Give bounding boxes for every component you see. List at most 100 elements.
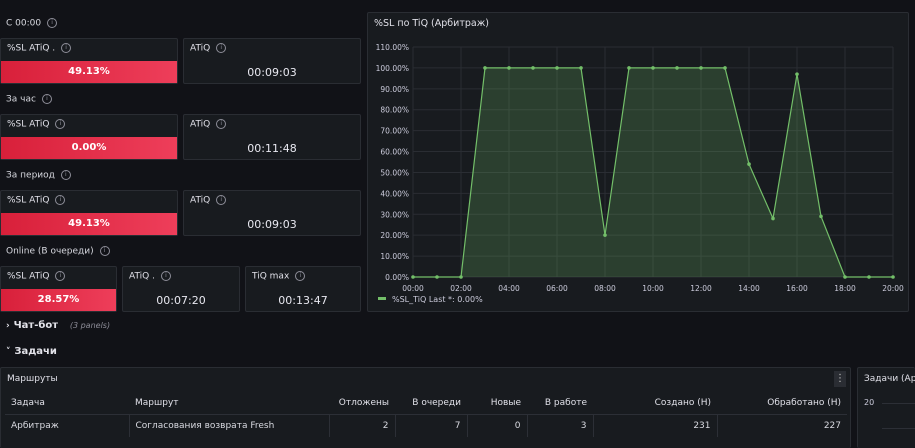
data-point[interactable] <box>891 275 895 279</box>
stat-value: 49.13% <box>1 213 177 235</box>
x-tick-label: 10:00 <box>642 284 664 293</box>
y-tick-label: 10.00% <box>380 252 409 261</box>
column-header-task[interactable]: Задача <box>5 392 129 415</box>
y-tick-label: 110.00% <box>376 43 409 52</box>
info-icon[interactable]: i <box>47 18 58 28</box>
tasks-grid-line <box>882 403 915 404</box>
chart-panel-sl-tiq: %SL по TiQ (Арбитраж) 0.00% 10.00% 20.00% 3… <box>367 12 909 312</box>
section-label-text: За период <box>6 170 55 181</box>
info-icon[interactable]: i <box>216 119 227 129</box>
data-point[interactable] <box>843 275 847 279</box>
row-header-chatbot[interactable]: › Чат-бот (3 panels) <box>6 318 110 331</box>
column-header-route[interactable]: Маршрут <box>129 392 329 415</box>
cell-in-work: 3 <box>527 414 594 437</box>
section-label-per-hour: За час i <box>6 94 52 105</box>
y-tick-label: 100.00% <box>376 64 409 73</box>
legend-swatch <box>378 297 386 300</box>
stat-value: 00:13:47 <box>278 294 328 307</box>
data-point[interactable] <box>723 66 727 70</box>
data-point[interactable] <box>795 72 799 76</box>
data-point[interactable] <box>579 66 583 70</box>
x-tick-label: 02:00 <box>450 284 472 293</box>
data-point[interactable] <box>507 66 511 70</box>
section-label-per-period: За период i <box>6 170 71 181</box>
info-icon[interactable]: i <box>295 271 306 281</box>
cell-processed: 227 <box>823 421 841 431</box>
section-label-text: Online (В очереди) <box>6 246 94 257</box>
panel-title: %SL ATiQ . <box>7 43 56 54</box>
panel-menu-icon[interactable]: ⋮ <box>834 371 846 387</box>
data-point[interactable] <box>603 233 607 237</box>
cell-created: 231 <box>593 414 718 437</box>
stat-panel-atiq-per-period: ATiQ i 00:09:03 <box>183 190 361 236</box>
panel-count: (3 panels) <box>69 321 111 330</box>
data-point[interactable] <box>699 66 703 70</box>
table-header-row: Задача Маршрут Отложены В очереди Новые … <box>5 392 847 415</box>
cell-route: Согласования возврата Fresh <box>129 414 330 437</box>
stat-value: 00:07:20 <box>156 294 206 307</box>
data-point[interactable] <box>819 214 823 219</box>
legend-label[interactable]: %SL_TiQ Last *: 0.00% <box>392 295 483 304</box>
routes-panel: Маршруты ⋮ Задача Маршрут Отложены В оче… <box>0 367 851 448</box>
panel-title: ATiQ <box>190 195 211 206</box>
x-tick-label: 16:00 <box>786 284 808 293</box>
column-header-processed[interactable]: Обработано (H) <box>717 392 847 415</box>
chevron-right-icon: › <box>6 321 10 331</box>
tasks-panel: Задачи (Ар 20 <box>857 367 915 448</box>
tasks-grid-line <box>882 428 915 429</box>
routes-panel-title: Маршруты <box>7 374 58 384</box>
table-row: Арбитраж Согласования возврата Fresh 2 7… <box>5 414 847 437</box>
cell-in-queue: 7 <box>395 414 468 437</box>
info-icon[interactable]: i <box>216 43 227 53</box>
data-point[interactable] <box>531 66 535 70</box>
data-point[interactable] <box>435 275 439 279</box>
data-point[interactable] <box>627 66 631 70</box>
stat-value: 49.13% <box>1 61 177 83</box>
column-header-created[interactable]: Создано (H) <box>593 392 717 415</box>
info-icon[interactable]: i <box>55 195 66 205</box>
y-tick-label: 50.00% <box>380 168 409 177</box>
stat-panel-sl-per-hour: %SL ATiQ i 0.00% <box>0 114 178 160</box>
info-icon[interactable]: i <box>61 43 72 53</box>
column-header-postponed[interactable]: Отложены <box>329 392 395 415</box>
data-point[interactable] <box>771 216 775 221</box>
data-point[interactable] <box>867 275 871 279</box>
row-header-tasks[interactable]: ˅ Задачи <box>6 344 57 357</box>
column-header-in-queue[interactable]: В очереди <box>395 392 467 415</box>
column-header-new[interactable]: Новые <box>467 392 527 415</box>
stat-panel-atiq-per-hour: ATiQ i 00:11:48 <box>183 114 361 160</box>
y-tick-label: 40.00% <box>380 189 409 198</box>
info-icon[interactable]: i <box>41 94 52 104</box>
stat-value: 0.00% <box>1 137 177 159</box>
y-tick-label: 80.00% <box>380 106 409 115</box>
data-point[interactable] <box>747 162 751 166</box>
data-point[interactable] <box>483 66 487 70</box>
section-label-text: С 00:00 <box>6 18 42 29</box>
stat-panel-atiq-since-midnight: ATiQ i 00:09:03 <box>183 38 361 84</box>
cell-task: Арбитраж <box>5 414 130 437</box>
x-tick-label: 14:00 <box>738 284 760 293</box>
panel-title: %SL ATiQ <box>7 195 50 206</box>
info-icon[interactable]: i <box>99 246 110 256</box>
info-icon[interactable]: i <box>60 170 71 180</box>
chevron-down-icon: ˅ <box>6 347 11 357</box>
info-icon[interactable]: i <box>161 271 171 281</box>
info-icon[interactable]: i <box>216 195 227 205</box>
y-tick-label: 60.00% <box>380 148 409 157</box>
data-point[interactable] <box>411 275 415 279</box>
data-point[interactable] <box>651 66 655 70</box>
data-point[interactable] <box>459 275 463 279</box>
y-tick-label: 90.00% <box>380 85 409 94</box>
info-icon[interactable]: i <box>55 119 66 129</box>
x-tick-label: 04:00 <box>498 284 520 293</box>
y-tick-label: 30.00% <box>380 210 409 219</box>
data-point[interactable] <box>555 66 559 70</box>
panel-title: TiQ max <box>252 271 290 282</box>
tasks-panel-title: Задачи (Ар <box>864 374 915 384</box>
column-header-in-work[interactable]: В работе <box>527 392 593 415</box>
info-icon[interactable]: i <box>55 271 66 281</box>
panel-title: %SL ATiQ <box>7 271 50 282</box>
panel-title: ATiQ <box>190 119 211 130</box>
data-point[interactable] <box>675 66 679 70</box>
x-tick-label: 12:00 <box>690 284 712 293</box>
